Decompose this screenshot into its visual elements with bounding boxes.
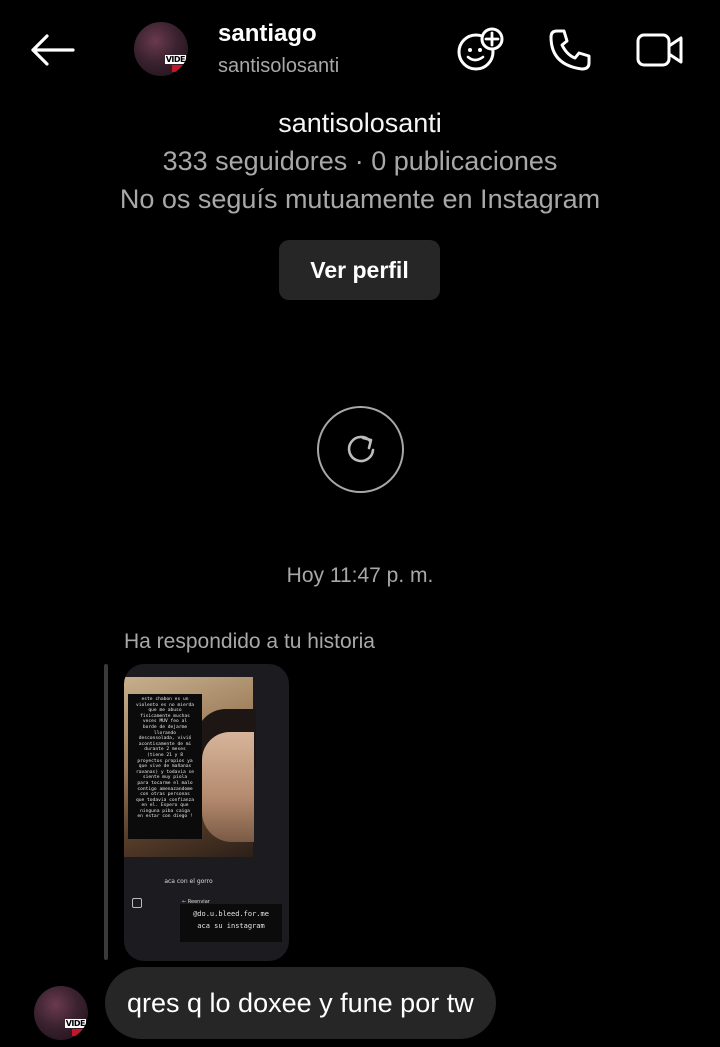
message-timestamp: Hoy 11:47 p. m.	[286, 564, 434, 587]
chat-header: VIDE santiago santisolosanti	[0, 0, 720, 100]
story-sticker-icon	[132, 898, 142, 908]
contact-name[interactable]: santiago	[218, 20, 317, 48]
profile-mutual-status: No os seguís mutuamente en Instagram	[119, 184, 601, 214]
story-text-line: para tocarme el malo	[137, 780, 193, 786]
video-call-button[interactable]	[634, 26, 686, 74]
story-handle-sub: aca su instagram	[197, 922, 265, 930]
effects-button[interactable]	[454, 26, 506, 74]
profile-summary: santisolosanti 333 seguidores · 0 public…	[0, 104, 720, 218]
contact-username[interactable]: santisolosanti	[218, 55, 339, 78]
refresh-icon	[347, 435, 374, 462]
video-camera-icon	[636, 33, 683, 67]
contact-avatar[interactable]: VIDE	[134, 22, 188, 76]
back-arrow-icon	[31, 34, 75, 66]
message-bubble[interactable]: qres q lo doxee y fune por tw	[105, 967, 496, 1039]
reply-indicator-bar	[104, 664, 108, 960]
story-text-line: en estar con diego !	[137, 814, 193, 820]
profile-username: santisolosanti	[278, 108, 442, 138]
story-handle: @do.u.bleed.for.me	[193, 910, 269, 918]
story-text-line: que vive de mañanas	[138, 764, 192, 770]
story-caption: aca con el gorro	[164, 878, 213, 885]
audio-call-button[interactable]	[544, 26, 596, 74]
avatar-tag: VIDE	[164, 55, 186, 64]
story-text-line: con otras personas	[140, 792, 190, 798]
effects-sticker-icon	[457, 27, 504, 71]
phone-icon	[549, 29, 591, 71]
story-text-line: desconsolada, vivió	[138, 736, 192, 742]
refresh-button[interactable]	[317, 406, 404, 493]
story-reply-label: Ha respondido a tu historia	[124, 630, 375, 653]
story-handle-box: @do.u.bleed.for.me aca su instagram	[180, 904, 282, 942]
story-thumbnail[interactable]: este chabon es un violento es no mierda qu…	[124, 664, 289, 961]
view-profile-button[interactable]: Ver perfil	[279, 240, 440, 300]
back-button[interactable]	[28, 28, 76, 72]
sender-avatar[interactable]: VIDE	[34, 986, 88, 1040]
profile-stats: 333 seguidores · 0 publicaciones	[162, 146, 558, 176]
avatar-tag: VIDE	[64, 1019, 86, 1028]
story-text-overlay: este chabon es un violento es no mierda qu…	[128, 694, 202, 839]
